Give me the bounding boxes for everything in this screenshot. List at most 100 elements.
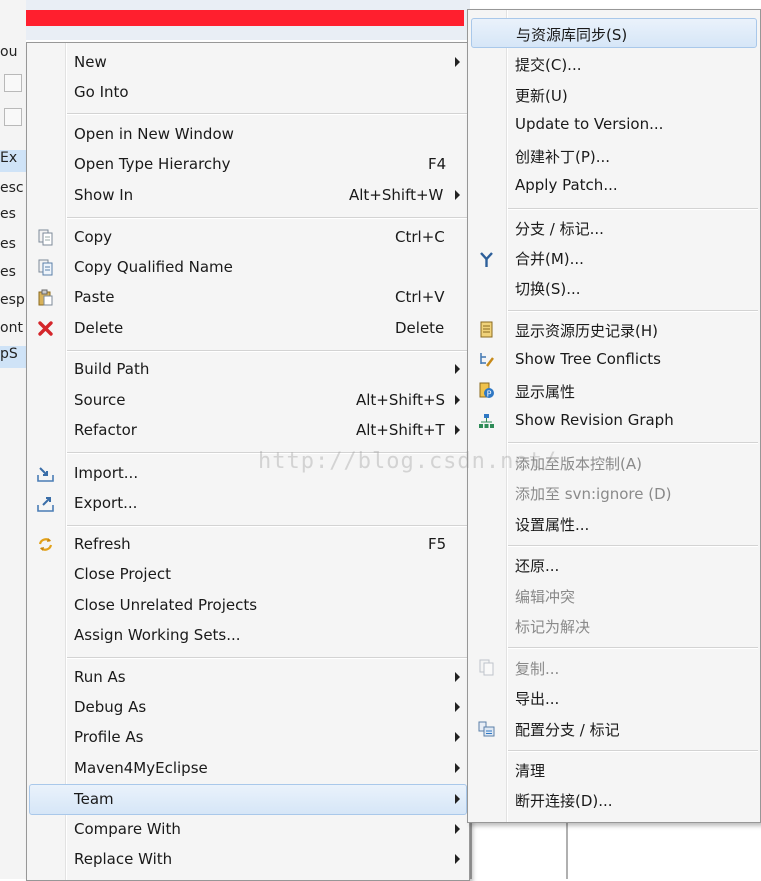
team-item-cleanup[interactable]: 清理 xyxy=(468,755,760,785)
menu-item-open-in-new-window[interactable]: Open in New Window xyxy=(27,120,469,150)
toolbar-icon xyxy=(4,74,22,92)
menu-separator xyxy=(508,545,758,547)
menu-item-label: 更新(U) xyxy=(515,87,568,105)
team-item-create-patch[interactable]: 创建补丁(P)... xyxy=(468,141,760,171)
team-item-set-property[interactable]: 设置属性... xyxy=(468,509,760,539)
explorer-fragment: es xyxy=(0,206,16,222)
team-item-branch-tag[interactable]: 分支 / 标记... xyxy=(468,213,760,243)
submenu-arrow-icon xyxy=(455,57,460,67)
menu-item-label: Refresh xyxy=(74,535,131,553)
submenu-arrow-icon xyxy=(455,794,460,804)
menu-item-refresh[interactable]: Refresh F5 xyxy=(27,530,469,560)
menu-item-label: 添加至 svn:ignore (D) xyxy=(515,485,672,503)
menu-item-go-into[interactable]: Go Into xyxy=(27,78,469,108)
menu-item-show-in[interactable]: Show In Alt+Shift+W xyxy=(27,181,469,211)
team-item-revert[interactable]: 还原... xyxy=(468,550,760,580)
team-item-apply-patch[interactable]: Apply Patch... xyxy=(468,171,760,201)
team-item-update[interactable]: 更新(U) xyxy=(468,80,760,110)
menu-item-team[interactable]: Team xyxy=(29,784,467,815)
menu-item-label: 合并(M)... xyxy=(515,250,584,268)
menu-item-label: Close Project xyxy=(74,565,171,583)
team-item-update-to-version[interactable]: Update to Version... xyxy=(468,110,760,140)
explorer-fragment: esc xyxy=(0,180,24,196)
menu-item-close-unrelated-projects[interactable]: Close Unrelated Projects xyxy=(27,591,469,621)
team-item-show-tree-conflicts[interactable]: Show Tree Conflicts xyxy=(468,345,760,375)
menu-item-accelerator: Ctrl+C xyxy=(395,228,445,246)
team-item-copy: 复制... xyxy=(468,653,760,683)
menu-item-maven4myeclipse[interactable]: Maven4MyEclipse xyxy=(27,754,469,784)
menu-item-run-as[interactable]: Run As xyxy=(27,663,469,693)
menu-item-delete[interactable]: Delete Delete xyxy=(27,314,469,344)
menu-separator xyxy=(508,647,758,649)
menu-item-replace-with[interactable]: Replace With xyxy=(27,845,469,875)
delete-icon xyxy=(38,321,53,336)
configure-branches-icon xyxy=(478,721,495,737)
import-icon xyxy=(37,467,54,482)
menu-item-build-path[interactable]: Build Path xyxy=(27,355,469,385)
menu-separator xyxy=(67,657,467,659)
team-item-show-properties[interactable]: P 显示属性 xyxy=(468,376,760,406)
menu-item-accelerator: Alt+Shift+T xyxy=(356,421,445,439)
menu-item-close-project[interactable]: Close Project xyxy=(27,560,469,590)
menu-item-export[interactable]: Export... xyxy=(27,489,469,519)
team-item-add-to-svn-ignore: 添加至 svn:ignore (D) xyxy=(468,478,760,508)
menu-item-label: 创建补丁(P)... xyxy=(515,148,611,166)
menu-item-accelerator: Ctrl+V xyxy=(395,288,445,306)
menu-item-label: Apply Patch... xyxy=(515,176,618,194)
team-item-export[interactable]: 导出... xyxy=(468,683,760,713)
menu-item-label: 与资源库同步(S) xyxy=(516,26,628,44)
background-divider xyxy=(470,820,472,879)
menu-item-profile-as[interactable]: Profile As xyxy=(27,723,469,753)
team-item-merge[interactable]: 合并(M)... xyxy=(468,243,760,273)
menu-item-paste[interactable]: Paste Ctrl+V xyxy=(27,283,469,313)
menu-item-label: 切换(S)... xyxy=(515,280,581,298)
explorer-fragment: esp xyxy=(0,292,25,308)
menu-item-label: Close Unrelated Projects xyxy=(74,596,258,614)
menu-item-open-type-hierarchy[interactable]: Open Type Hierarchy F4 xyxy=(27,150,469,180)
menu-item-label: 提交(C)... xyxy=(515,56,582,74)
menu-item-label: Maven4MyEclipse xyxy=(74,759,208,777)
menu-item-label: Refactor xyxy=(74,421,137,439)
submenu-arrow-icon xyxy=(455,190,460,200)
menu-item-label: Copy xyxy=(74,228,113,246)
team-item-switch[interactable]: 切换(S)... xyxy=(468,273,760,303)
menu-item-copy-qualified-name[interactable]: Copy Qualified Name xyxy=(27,253,469,283)
team-item-configure-branches[interactable]: 配置分支 / 标记 xyxy=(468,714,760,744)
submenu-arrow-icon xyxy=(455,672,460,682)
menu-item-compare-with[interactable]: Compare With xyxy=(27,815,469,845)
menu-item-label: Export... xyxy=(74,494,138,512)
menu-separator xyxy=(508,750,758,752)
menu-item-label: 设置属性... xyxy=(515,516,590,534)
submenu-arrow-icon xyxy=(455,854,460,864)
menu-item-source[interactable]: Source Alt+Shift+S xyxy=(27,386,469,416)
menu-item-label: Update to Version... xyxy=(515,115,664,133)
menu-item-assign-working-sets[interactable]: Assign Working Sets... xyxy=(27,621,469,651)
menu-item-label: New xyxy=(74,53,107,71)
menu-item-accelerator: Alt+Shift+S xyxy=(356,391,446,409)
menu-item-refactor[interactable]: Refactor Alt+Shift+T xyxy=(27,416,469,446)
menu-item-label: Paste xyxy=(74,288,115,306)
background-divider xyxy=(566,820,568,879)
menu-item-debug-as[interactable]: Debug As xyxy=(27,693,469,723)
menu-item-accelerator: Delete xyxy=(395,319,445,337)
menu-separator xyxy=(508,208,758,210)
menu-item-label: Show In xyxy=(74,186,134,204)
submenu-arrow-icon xyxy=(455,702,460,712)
team-item-show-history[interactable]: 显示资源历史记录(H) xyxy=(468,315,760,345)
team-item-disconnect[interactable]: 断开连接(D)... xyxy=(468,785,760,815)
menu-item-label: 显示资源历史记录(H) xyxy=(515,322,658,340)
menu-item-label: 编辑冲突 xyxy=(515,588,576,606)
submenu-arrow-icon xyxy=(455,763,460,773)
team-item-commit[interactable]: 提交(C)... xyxy=(468,49,760,79)
copy-icon xyxy=(38,229,53,246)
explorer-fragment: pS xyxy=(0,346,26,368)
package-explorer-edge: ou Ex esc es es es esp ont pS xyxy=(0,0,26,879)
menu-item-copy[interactable]: Copy Ctrl+C xyxy=(27,223,469,253)
menu-item-new[interactable]: New xyxy=(27,48,469,78)
team-item-show-revision-graph[interactable]: Show Revision Graph xyxy=(468,406,760,436)
team-item-synchronize[interactable]: 与资源库同步(S) xyxy=(471,18,757,48)
menu-item-label: 配置分支 / 标记 xyxy=(515,721,620,739)
menu-item-label: 断开连接(D)... xyxy=(515,792,613,810)
team-item-mark-resolved: 标记为解决 xyxy=(468,611,760,641)
explorer-fragment: es xyxy=(0,236,16,252)
